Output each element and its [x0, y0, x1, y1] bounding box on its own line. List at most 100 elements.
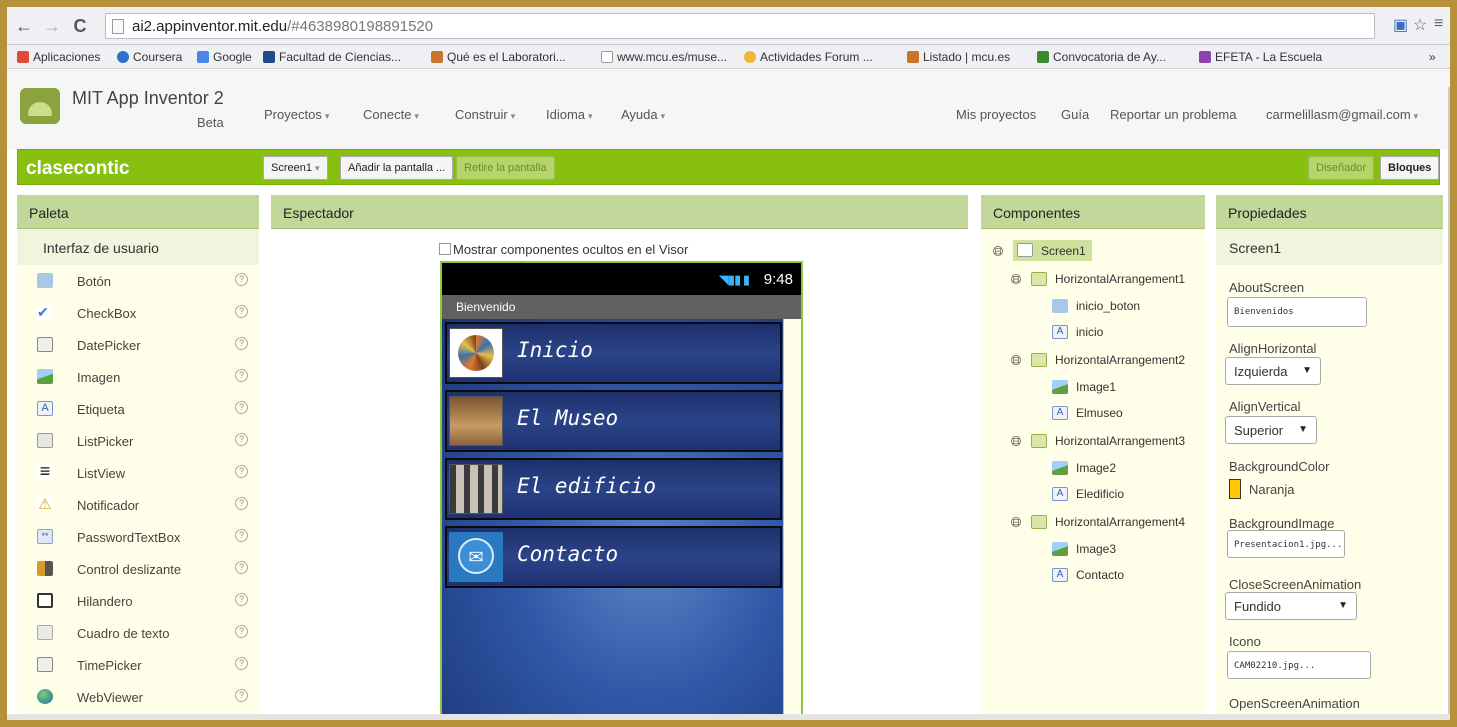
collapse-icon: ⊟: [1011, 355, 1021, 365]
show-hidden-checkbox[interactable]: Mostrar componentes ocultos en el Visor: [439, 242, 688, 257]
checkbox-icon: ✔: [37, 305, 53, 320]
prop-close-anim-select[interactable]: Fundido ▼: [1225, 592, 1357, 620]
link-guia[interactable]: Guía: [1061, 107, 1089, 122]
bookmarks-overflow[interactable]: »: [1429, 50, 1436, 64]
bookmark-laboratorio[interactable]: Qué es el Laboratori...: [431, 50, 566, 64]
caret-icon: ▾: [1413, 111, 1419, 121]
tree-item-elmuseo[interactable]: A Elmuseo: [1052, 406, 1123, 420]
museum-image[interactable]: [449, 396, 503, 446]
caret-icon: ▾: [510, 111, 516, 121]
palette-item-imagen[interactable]: Imagen?: [17, 361, 259, 393]
palette-item-datepicker[interactable]: DatePicker?: [17, 329, 259, 361]
bookmark-facultad[interactable]: Facultad de Ciencias...: [263, 50, 401, 64]
project-name: clasecontic: [26, 158, 130, 179]
bookmark-mcu-museo[interactable]: www.mcu.es/muse...: [601, 50, 727, 64]
tree-item-inicio[interactable]: Ainicio: [1052, 325, 1103, 339]
remove-screen-button[interactable]: Retire la pantalla: [456, 156, 555, 180]
mandala-image[interactable]: [449, 328, 503, 378]
screen-select-button[interactable]: Screen1 ▾: [263, 156, 328, 180]
calendar-icon: [37, 337, 53, 352]
horizontal-arrangement-1[interactable]: Inicio: [445, 322, 782, 384]
bookmark-listado[interactable]: Listado | mcu.es: [907, 50, 1010, 64]
palette-item-checkbox[interactable]: ✔ CheckBox?: [17, 297, 259, 329]
checkbox-icon[interactable]: [439, 243, 451, 255]
image-icon: [1052, 461, 1068, 475]
tree-item-image3[interactable]: Image3: [1052, 542, 1116, 556]
menu-ayuda[interactable]: Ayuda ▾: [621, 107, 665, 122]
prop-close-anim-label: CloseScreenAnimation: [1229, 577, 1362, 592]
spinner-icon: [37, 593, 53, 608]
page-scrollbar[interactable]: [1448, 87, 1450, 720]
back-icon[interactable]: ←: [13, 15, 35, 37]
menu-construir[interactable]: Construir ▾: [455, 107, 515, 122]
properties-component-name: Screen1: [1216, 229, 1443, 265]
forward-icon[interactable]: →: [41, 15, 63, 37]
palette-item-boton[interactable]: Botón?: [17, 265, 259, 297]
blocks-button[interactable]: Bloques: [1380, 156, 1440, 180]
menu-proyectos[interactable]: Proyectos ▾: [264, 107, 329, 122]
horizontal-arrangement-2[interactable]: El Museo: [445, 390, 782, 452]
menu-icon[interactable]: ≡: [1434, 15, 1443, 33]
palette-item-timepicker[interactable]: TimePicker?: [17, 649, 259, 681]
palette-item-listpicker[interactable]: ListPicker?: [17, 425, 259, 457]
palette-item-control-deslizante[interactable]: Control deslizante?: [17, 553, 259, 585]
tree-item-inicio-boton[interactable]: inicio_boton: [1052, 299, 1140, 313]
help-icon: ?: [235, 497, 248, 510]
tree-item-eledificio[interactable]: A Eledificio: [1052, 487, 1124, 501]
bookmark-google[interactable]: Google: [197, 50, 252, 64]
tree-item-image1[interactable]: Image1: [1052, 380, 1116, 394]
cv-icon: [263, 51, 275, 63]
address-bar[interactable]: ai2.appinventor.mit.edu/#463898019889152…: [105, 13, 1375, 39]
prop-bg-color-picker[interactable]: Naranja: [1229, 479, 1295, 499]
caret-icon: ▾: [414, 111, 419, 121]
app-header: MIT App Inventor 2 Beta Proyectos ▾ Conec…: [7, 70, 1450, 150]
bookmark-apps[interactable]: Aplicaciones: [17, 50, 100, 64]
tree-item-image2[interactable]: Image2: [1052, 461, 1116, 475]
prop-bg-image-field[interactable]: Presentacion1.jpg...: [1227, 530, 1345, 558]
textbox-icon: [37, 625, 53, 640]
building-image[interactable]: [449, 464, 503, 514]
add-screen-button[interactable]: Añadir la pantalla ...: [340, 156, 454, 180]
palette-item-passwordtextbox[interactable]: ** PasswordTextBox?: [17, 521, 259, 553]
account-menu[interactable]: carmelillasm@gmail.com ▾: [1266, 107, 1418, 122]
prop-about-input[interactable]: Bienvenidos: [1227, 297, 1367, 327]
image-icon: [37, 369, 53, 384]
reload-icon[interactable]: C: [69, 15, 91, 37]
signal-battery-icon: ◥▮▮ ▮: [718, 272, 750, 287]
bookmark-efeta[interactable]: EFETA - La Escuela: [1199, 50, 1322, 64]
link-reportar[interactable]: Reportar un problema: [1110, 107, 1236, 122]
help-icon: ?: [235, 273, 248, 286]
color-swatch[interactable]: [1229, 479, 1241, 499]
menu-idioma[interactable]: Idioma ▾: [546, 107, 593, 122]
horizontal-arrangement-4[interactable]: ✉ Contacto: [445, 526, 782, 588]
tree-group-3[interactable]: ⊟ HorizontalArrangement3: [1011, 434, 1185, 448]
tree-group-2[interactable]: ⊟ HorizontalArrangement2: [1011, 353, 1185, 367]
caret-icon: ▾: [660, 111, 666, 121]
palette-item-webviewer[interactable]: WebViewer?: [17, 681, 259, 713]
translate-icon[interactable]: ▣: [1393, 15, 1408, 35]
screen-background[interactable]: Inicio El Museo El edificio ✉ Contacto: [442, 319, 785, 720]
tree-screen1[interactable]: ⊟ Screen1: [993, 240, 1092, 261]
tree-item-contacto[interactable]: A Contacto: [1052, 568, 1124, 582]
palette-item-etiqueta[interactable]: A Etiqueta?: [17, 393, 259, 425]
palette-item-notificador[interactable]: ⚠ Notificador?: [17, 489, 259, 521]
prop-align-v-select[interactable]: Superior ▼: [1225, 416, 1317, 444]
prop-icon-field[interactable]: CAM02210.jpg...: [1227, 651, 1371, 679]
designer-button[interactable]: Diseñador: [1308, 156, 1375, 180]
tree-group-1[interactable]: ⊟ HorizontalArrangement1: [1011, 272, 1185, 286]
bookmark-coursera[interactable]: Coursera: [117, 50, 182, 64]
bookmark-forum[interactable]: Actividades Forum ...: [744, 50, 873, 64]
menu-conecte[interactable]: Conecte ▾: [363, 107, 419, 122]
palette-item-cuadro-de-texto[interactable]: Cuadro de texto?: [17, 617, 259, 649]
palette-item-hilandero[interactable]: Hilandero?: [17, 585, 259, 617]
mail-image[interactable]: ✉: [449, 532, 503, 582]
tree-group-4[interactable]: ⊟ HorizontalArrangement4: [1011, 515, 1185, 529]
palette-category[interactable]: Interfaz de usuario: [17, 229, 259, 265]
bookmark-convocatoria[interactable]: Convocatoria de Ay...: [1037, 50, 1166, 64]
star-icon[interactable]: ☆: [1413, 15, 1427, 35]
browser-window: ← → C ai2.appinventor.mit.edu/#463898019…: [7, 7, 1450, 720]
palette-item-listview[interactable]: ≡ ListView?: [17, 457, 259, 489]
link-mis-proyectos[interactable]: Mis proyectos: [956, 107, 1036, 122]
horizontal-arrangement-3[interactable]: El edificio: [445, 458, 782, 520]
prop-align-h-select[interactable]: Izquierda ▼: [1225, 357, 1321, 385]
